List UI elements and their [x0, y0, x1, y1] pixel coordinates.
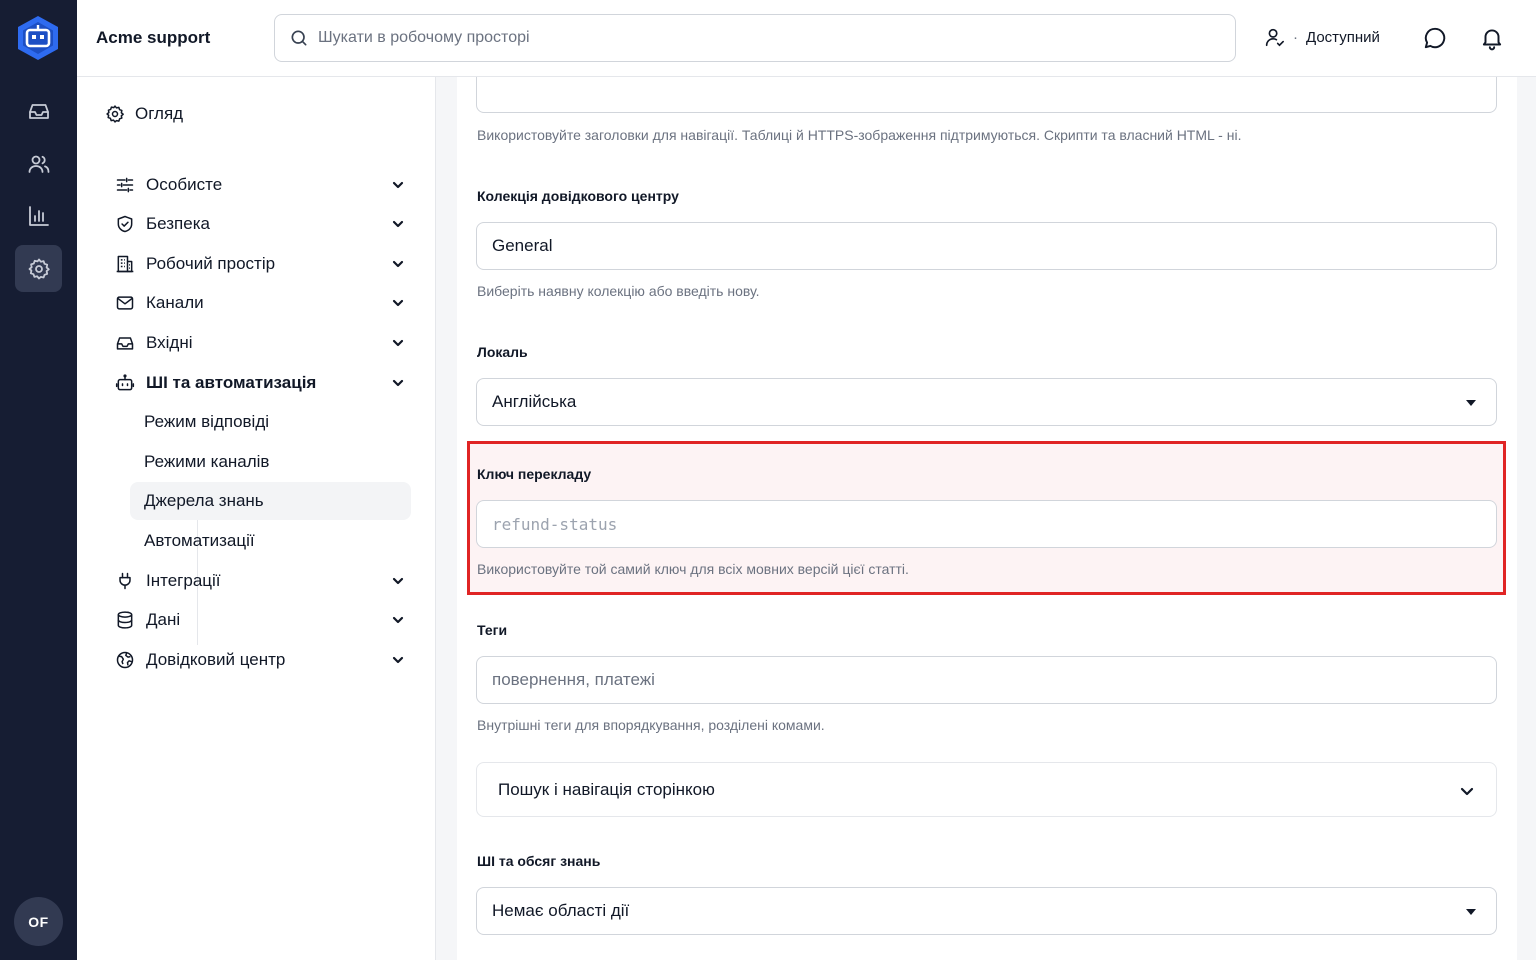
chevron-down-icon — [392, 656, 404, 664]
nav-item-integrations[interactable]: Інтеграції — [115, 565, 405, 597]
nav-item-security[interactable]: Безпека — [115, 208, 405, 240]
locale-value: Англійська — [492, 392, 577, 411]
presence-status: Доступний — [1306, 28, 1380, 46]
collection-label: Колекція довідкового центру — [477, 188, 679, 204]
sub-item-knowledge-sources[interactable]: Джерела знань — [130, 482, 411, 520]
chevron-down-icon — [1460, 787, 1474, 796]
user-status-icon — [1265, 28, 1284, 47]
notifications-button[interactable] — [1479, 25, 1505, 51]
chevron-down-icon — [392, 220, 404, 228]
rail-settings-button[interactable] — [15, 245, 62, 292]
nav-item-label: Особисте — [146, 175, 223, 194]
nav-item-channels[interactable]: Канали — [115, 287, 405, 319]
search-box[interactable] — [274, 14, 1236, 62]
search-input[interactable] — [318, 29, 1198, 47]
main-content: Використовуйте заголовки для навігації. … — [436, 77, 1536, 960]
tags-help-text: Внутрішні теги для впорядкування, розділ… — [477, 717, 825, 733]
logo-icon[interactable] — [16, 14, 60, 62]
nav-item-personal[interactable]: Особисте — [115, 169, 405, 201]
chat-button[interactable] — [1422, 25, 1448, 51]
settings-icon — [28, 258, 50, 279]
chat-icon — [1424, 27, 1446, 49]
top-bar: Acme support · Доступний — [77, 0, 1536, 77]
nav-item-label: Інтеграції — [146, 571, 221, 590]
reports-icon — [28, 205, 49, 226]
nav-item-inbox[interactable]: Вхідні — [115, 327, 405, 359]
tags-input[interactable] — [492, 670, 1472, 690]
nav-item-workspace[interactable]: Робочий простір — [115, 248, 405, 280]
collection-input[interactable] — [492, 236, 1472, 256]
search-icon — [291, 30, 307, 46]
translation-key-help-text: Використовуйте той самий ключ для всіх м… — [477, 561, 909, 577]
locale-select[interactable]: Англійська — [476, 378, 1497, 426]
chevron-down-icon — [392, 616, 404, 624]
plug-icon — [119, 572, 131, 590]
translation-key-field[interactable] — [476, 500, 1497, 548]
nav-item-label: Вхідні — [146, 333, 193, 352]
gear-icon — [106, 105, 124, 123]
bell-icon — [1482, 29, 1502, 51]
nav-item-label: Довідковий центр — [146, 650, 286, 669]
nav-item-data[interactable]: Дані — [115, 604, 405, 636]
caret-down-icon — [1466, 400, 1476, 406]
nav-item-ai-automation[interactable]: ШІ та автоматизація — [115, 367, 405, 399]
nav-overview-label: Огляд — [135, 104, 184, 123]
nav-item-label: Робочий простір — [146, 254, 276, 273]
mail-icon — [116, 296, 134, 310]
database-icon — [117, 611, 133, 629]
chevron-down-icon — [392, 181, 404, 189]
nav-item-label: Безпека — [146, 214, 210, 233]
chevron-down-icon — [392, 339, 404, 347]
ai-scope-select[interactable]: Немає області дії — [476, 887, 1497, 935]
sub-item-channel-modes[interactable]: Режими каналів — [130, 443, 411, 481]
presence-toggle[interactable]: · Доступний — [1263, 26, 1380, 48]
building-icon — [116, 255, 134, 273]
chevron-down-icon — [392, 379, 404, 387]
user-avatar[interactable]: OF — [14, 897, 63, 946]
accordion-title: Пошук і навігація сторінкою — [498, 779, 715, 799]
nav-item-help-center[interactable]: Довідковий центр — [115, 644, 405, 676]
article-settings-form: Використовуйте заголовки для навігації. … — [457, 77, 1517, 960]
ai-scope-value: Немає області дії — [492, 901, 630, 920]
rail-users-button[interactable] — [15, 140, 62, 187]
globe-icon — [116, 651, 134, 669]
chevron-down-icon — [392, 577, 404, 585]
presence-separator: · — [1293, 28, 1298, 46]
tags-field[interactable] — [476, 656, 1497, 704]
inbox-icon — [28, 103, 49, 119]
locale-label: Локаль — [477, 344, 528, 360]
shield-icon — [117, 215, 133, 233]
content-editor[interactable] — [476, 77, 1497, 113]
sub-item-reply-mode[interactable]: Режим відповіді — [130, 403, 411, 441]
bot-icon — [115, 374, 135, 391]
tags-label: Теги — [477, 622, 508, 638]
nav-overview[interactable]: Огляд — [105, 104, 183, 124]
sliders-icon — [116, 177, 134, 193]
chevron-down-icon — [392, 299, 404, 307]
caret-down-icon — [1466, 909, 1476, 915]
chevron-down-icon — [392, 260, 404, 268]
nav-item-label: ШІ та автоматизація — [146, 373, 317, 392]
settings-nav: Огляд Особисте Безпека Робочий простір К… — [77, 77, 436, 960]
nav-item-label: Дані — [146, 610, 181, 629]
rail-reports-button[interactable] — [15, 192, 62, 239]
content-help-text: Використовуйте заголовки для навігації. … — [477, 127, 1242, 143]
inbox-icon — [116, 337, 134, 350]
users-icon — [28, 155, 49, 173]
collection-field[interactable] — [476, 222, 1497, 270]
nav-item-label: Канали — [146, 293, 204, 312]
app-rail: OF — [0, 0, 77, 960]
translation-key-label: Ключ перекладу — [477, 466, 592, 482]
ai-scope-label: ШІ та обсяг знань — [477, 853, 601, 869]
sub-item-automations[interactable]: Автоматизації — [130, 522, 411, 560]
translation-key-input[interactable] — [492, 514, 1472, 534]
workspace-name[interactable]: Acme support — [96, 28, 210, 48]
rail-inbox-button[interactable] — [15, 87, 62, 134]
search-navigation-accordion[interactable]: Пошук і навігація сторінкою — [476, 762, 1497, 817]
collection-help-text: Виберіть наявну колекцію або введіть нов… — [477, 283, 760, 299]
